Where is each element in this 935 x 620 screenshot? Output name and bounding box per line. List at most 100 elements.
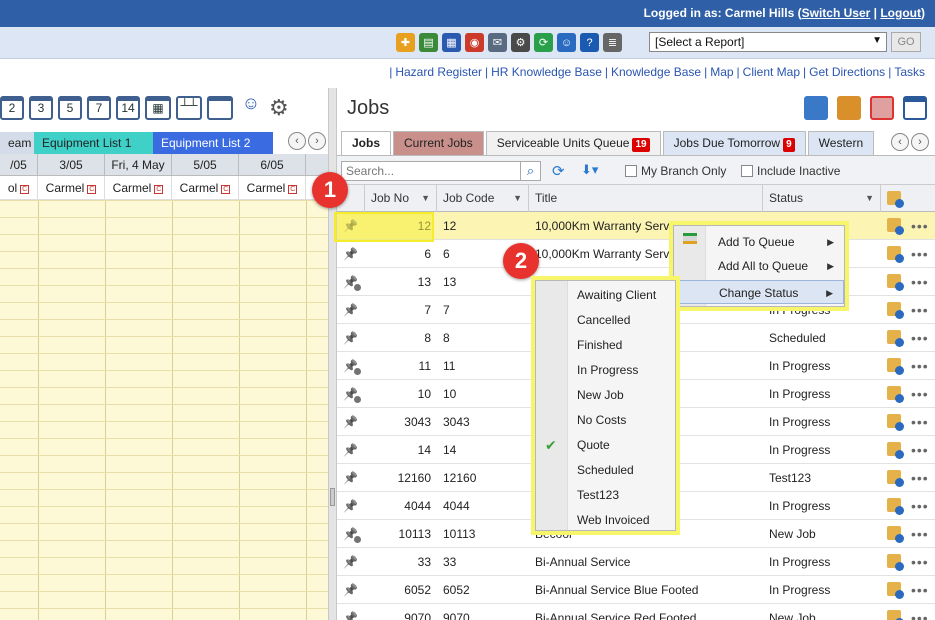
more-options-icon[interactable]: ••• (911, 352, 929, 380)
job-info-icon[interactable] (887, 582, 904, 599)
pin-icon[interactable]: 📌 (343, 576, 363, 604)
pin-icon[interactable]: 📌 (343, 492, 363, 520)
job-info-icon[interactable] (887, 246, 904, 263)
refresh-icon[interactable]: ⟳ (552, 162, 565, 180)
my-branch-only-checkbox[interactable]: My Branch Only (625, 164, 726, 178)
lifebuoy-icon[interactable]: ◉ (465, 33, 484, 52)
calendar-3-days-icon[interactable]: 3 (29, 96, 53, 120)
equipment-tab[interactable]: Equipment List 2 (153, 132, 273, 154)
pin-icon[interactable]: 📌 (343, 408, 363, 436)
job-info-icon[interactable] (887, 442, 904, 459)
job-info-icon[interactable] (887, 498, 904, 515)
link-tasks[interactable]: Tasks (894, 65, 925, 79)
tab-serviceable-units-queue[interactable]: Serviceable Units Queue 19 (485, 131, 661, 155)
pin-icon[interactable]: 📌 (343, 548, 363, 576)
table-row[interactable]: 📌 6 6 10,000Km Warranty Serv ••• (337, 240, 935, 268)
add-job-icon[interactable] (887, 191, 904, 208)
checkbox-box[interactable] (741, 165, 753, 177)
new-job-icon[interactable]: ✚ (396, 33, 415, 52)
more-options-icon[interactable]: ••• (911, 324, 929, 352)
pin-icon[interactable]: 📌 (343, 268, 363, 296)
link-knowledge-base[interactable]: Knowledge Base (611, 65, 701, 79)
pin-icon[interactable]: 📌 (343, 240, 363, 268)
column-title[interactable]: Title (529, 185, 763, 212)
gear-icon[interactable]: ⚙ (269, 96, 289, 120)
status-option-quote[interactable]: ✔ Quote (536, 433, 675, 458)
tab-western[interactable]: Western (807, 131, 875, 155)
job-info-icon[interactable] (887, 470, 904, 487)
status-option-cancelled[interactable]: Cancelled (536, 308, 675, 333)
next-tab-icon[interactable]: › (911, 133, 929, 151)
prev-tab-icon[interactable]: ‹ (288, 132, 306, 150)
more-options-icon[interactable]: ••• (911, 380, 929, 408)
prev-tab-icon[interactable]: ‹ (891, 133, 909, 151)
checklist-icon[interactable] (870, 96, 894, 120)
job-info-icon[interactable] (887, 526, 904, 543)
splitter-handle[interactable] (330, 488, 335, 506)
more-options-icon[interactable]: ••• (911, 604, 929, 620)
pin-icon[interactable]: 📌 (343, 324, 363, 352)
column-job-no[interactable]: Job No ▼ (365, 185, 437, 212)
link-map[interactable]: Map (710, 65, 733, 79)
pin-icon[interactable]: 📌 (343, 352, 363, 380)
notes-icon[interactable]: ≣ (603, 33, 622, 52)
next-tab-icon[interactable]: › (308, 132, 326, 150)
more-options-icon[interactable]: ••• (911, 240, 929, 268)
table-row[interactable]: 📌 33 33 Bi-Annual Service In Progress ••• (337, 548, 935, 576)
calendar-2-days-icon[interactable]: 2 (0, 96, 24, 120)
status-option-scheduled[interactable]: Scheduled (536, 458, 675, 483)
pin-icon[interactable]: 📌 (343, 604, 363, 620)
month-view-icon[interactable]: ▦ (145, 96, 171, 120)
tab-jobs[interactable]: Jobs (341, 131, 392, 155)
search-icon[interactable]: ⌕ (521, 161, 541, 181)
column-job-code[interactable]: Job Code ▼ (437, 185, 529, 212)
pin-icon[interactable]: 📌 (343, 464, 363, 492)
link-client-map[interactable]: Client Map (743, 65, 800, 79)
more-options-icon[interactable]: ••• (911, 548, 929, 576)
go-button[interactable]: GO (891, 32, 921, 52)
report-select[interactable]: [Select a Report] ▼ (649, 32, 887, 52)
filter-icon[interactable]: ▼ (513, 185, 522, 212)
link-get-directions[interactable]: Get Directions (809, 65, 885, 79)
status-option-no-costs[interactable]: No Costs (536, 408, 675, 433)
job-info-icon[interactable] (887, 302, 904, 319)
calendar-14-days-icon[interactable]: 14 (116, 96, 140, 120)
status-option-finished[interactable]: Finished (536, 333, 675, 358)
job-info-icon[interactable] (887, 610, 904, 620)
mail-icon[interactable]: ✉ (488, 33, 507, 52)
menu-item-add-to-queue[interactable]: Add To Queue ▶ (674, 230, 844, 254)
link-hazard-register[interactable]: Hazard Register (395, 65, 482, 79)
more-options-icon[interactable]: ••• (911, 492, 929, 520)
more-options-icon[interactable]: ••• (911, 212, 929, 240)
window-icon[interactable] (903, 96, 927, 120)
more-options-icon[interactable]: ••• (911, 576, 929, 604)
user-settings-icon[interactable]: ☺ (238, 94, 264, 120)
window-icon[interactable] (207, 96, 233, 120)
more-options-icon[interactable]: ••• (911, 436, 929, 464)
equipment-tab[interactable]: eam (0, 132, 34, 154)
table-row[interactable]: 📌 9070 9070 Bi-Annual Service Red Footed New… (337, 604, 935, 620)
status-option-web-invoiced[interactable]: Web Invoiced (536, 508, 675, 533)
more-options-icon[interactable]: ••• (911, 268, 929, 296)
job-info-icon[interactable] (887, 414, 904, 431)
report-icon[interactable]: ▤ (419, 33, 438, 52)
status-option-awaiting-client[interactable]: Awaiting Client (536, 283, 675, 308)
menu-item-add-all-to-queue[interactable]: Add All to Queue ▶ (674, 254, 844, 278)
search-input[interactable]: Search... (341, 161, 521, 181)
pane-splitter[interactable] (328, 88, 337, 620)
checkbox-box[interactable] (625, 165, 637, 177)
job-info-icon[interactable] (887, 386, 904, 403)
link-hr-knowledge-base[interactable]: HR Knowledge Base (491, 65, 602, 79)
more-options-icon[interactable]: ••• (911, 520, 929, 548)
status-option-test123[interactable]: Test123 (536, 483, 675, 508)
table-row[interactable]: 📌 6052 6052 Bi-Annual Service Blue Footed In… (337, 576, 935, 604)
calendar-icon[interactable]: ▦ (442, 33, 461, 52)
grid-add-icon[interactable] (804, 96, 828, 120)
column-status[interactable]: Status ▼ (763, 185, 881, 212)
logout-link[interactable]: Logout (880, 6, 921, 20)
help-icon[interactable]: ? (580, 33, 599, 52)
calendar-7-days-icon[interactable]: 7 (87, 96, 111, 120)
filter-icon[interactable]: ▼ (865, 185, 874, 212)
include-inactive-checkbox[interactable]: Include Inactive (741, 164, 840, 178)
equipment-tab[interactable]: Equipment List 1 (34, 132, 153, 154)
